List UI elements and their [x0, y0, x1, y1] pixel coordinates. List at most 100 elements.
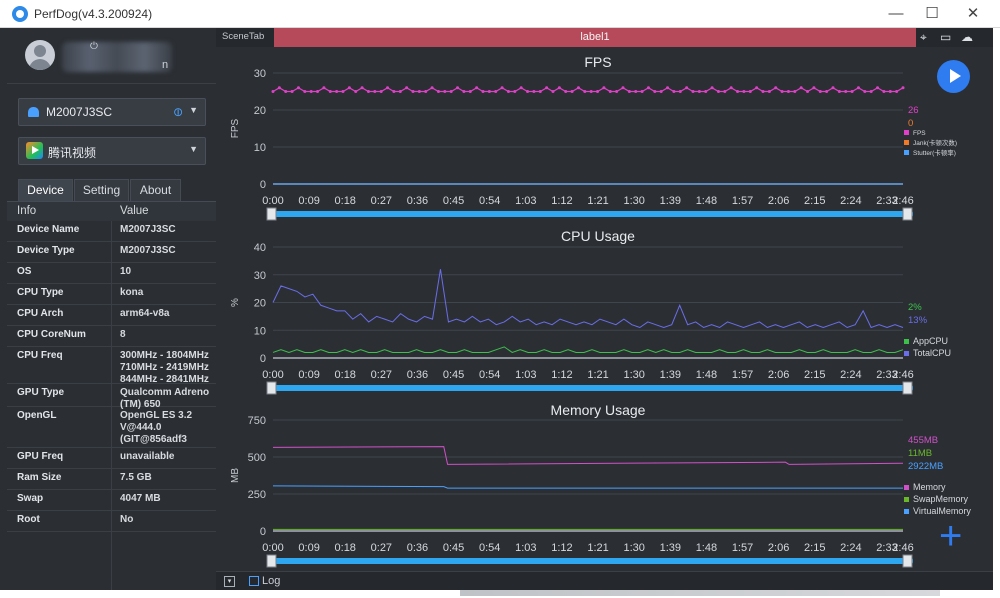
- y-axis-label: %: [230, 298, 241, 307]
- avatar[interactable]: [25, 40, 55, 70]
- fps-point: [748, 90, 752, 93]
- info-key: OS: [17, 266, 32, 277]
- perfdog-logo-icon: [12, 6, 28, 22]
- info-value: No: [120, 514, 134, 525]
- fps-point: [316, 90, 320, 93]
- fps-point: [761, 90, 765, 93]
- x-tick-label: 0:09: [298, 542, 319, 554]
- fps-point: [309, 90, 313, 93]
- table-row: Root No: [7, 511, 216, 532]
- info-key: OpenGL: [17, 410, 57, 421]
- fps-point: [532, 90, 536, 93]
- android-icon: [28, 107, 39, 117]
- tab-device[interactable]: Device: [18, 179, 73, 201]
- app-selector[interactable]: 腾讯视频 ▼: [18, 137, 206, 165]
- current-value: 2922MB: [908, 461, 943, 472]
- fps-point: [303, 90, 307, 93]
- current-value: 13%: [908, 315, 928, 326]
- fps-point: [564, 90, 568, 93]
- fps-point: [557, 86, 561, 90]
- info-value: 300MHz - 1804MHz 710MHz - 2419MHz 844MHz…: [120, 350, 209, 385]
- info-key: Root: [17, 514, 40, 525]
- info-key: Swap: [17, 493, 44, 504]
- fps-point: [844, 90, 848, 93]
- tab-setting[interactable]: Setting: [74, 179, 129, 201]
- fps-point: [608, 90, 612, 93]
- fps-point: [901, 86, 905, 90]
- fps-point: [602, 86, 606, 90]
- link-icon[interactable]: ⊘: [169, 103, 186, 120]
- info-value: OpenGL ES 3.2 V@444.0 (GIT@856adf3: [120, 410, 193, 445]
- x-tick-label: 1:48: [696, 195, 717, 207]
- fps-point: [341, 90, 345, 93]
- log-checkbox[interactable]: [249, 576, 259, 586]
- fps-point: [411, 90, 415, 93]
- legend-swatch: [904, 485, 909, 490]
- x-tick-label: 0:27: [371, 369, 392, 381]
- legend-label: Memory: [913, 482, 946, 492]
- fps-point: [856, 86, 860, 90]
- sidebar: ⏻ n M2007J3SC ⊘ ▼ 腾讯视频 ▼ Device Setting …: [7, 28, 216, 590]
- close-button[interactable]: ✕: [963, 4, 983, 24]
- fps-point: [583, 90, 587, 93]
- fps-point: [882, 90, 886, 93]
- fps-point: [850, 90, 854, 93]
- device-selector[interactable]: M2007J3SC ⊘ ▼: [18, 98, 206, 126]
- fps-point: [538, 90, 542, 93]
- fps-point: [424, 90, 428, 93]
- x-tick-label: 0:54: [479, 195, 500, 207]
- timeline-slider-track: [273, 385, 913, 391]
- series-line-appcpu: [272, 346, 904, 354]
- add-button[interactable]: +: [939, 516, 962, 556]
- fps-point: [621, 86, 625, 90]
- x-tick-label: 2:46: [892, 369, 913, 381]
- info-value: M2007J3SC: [120, 224, 176, 235]
- tab-about[interactable]: About: [130, 179, 181, 201]
- info-value: unavailable: [120, 451, 175, 462]
- x-tick-label: 2:15: [804, 369, 825, 381]
- play-button[interactable]: [937, 60, 970, 93]
- x-tick-label: 0:45: [443, 195, 464, 207]
- y-tick-label: 20: [254, 105, 266, 117]
- power-icon[interactable]: ⏻: [90, 41, 98, 52]
- fps-point: [837, 90, 841, 93]
- x-tick-label: 2:15: [804, 195, 825, 207]
- fps-point: [634, 90, 638, 93]
- fps-point: [812, 86, 816, 90]
- timeline-slider-handle-right: [902, 381, 913, 395]
- minimize-button[interactable]: —: [886, 4, 906, 24]
- username-suffix: n: [162, 59, 169, 71]
- y-tick-label: 10: [254, 142, 266, 154]
- fps-point: [570, 90, 574, 93]
- fps-point: [519, 86, 523, 90]
- fps-point: [494, 90, 498, 93]
- x-tick-label: 1:30: [623, 542, 644, 554]
- y-tick-label: 30: [254, 270, 266, 282]
- info-value: kona: [120, 287, 144, 298]
- fps-point: [500, 86, 504, 90]
- fps-point: [366, 90, 370, 93]
- fps-point: [443, 90, 447, 93]
- charts-area: FPSFPS01020300:00 0:09 0:18 0:27 0:36 0:45 0:5…: [230, 54, 971, 568]
- chart-title: FPS: [584, 54, 611, 70]
- x-tick-label: 0:00: [262, 542, 283, 554]
- fps-point: [386, 86, 390, 90]
- x-tick-label: 0:54: [479, 369, 500, 381]
- fps-point: [825, 90, 829, 93]
- collapse-toggle[interactable]: ▾: [224, 576, 235, 587]
- fps-point: [793, 90, 797, 93]
- x-tick-label: 1:21: [587, 195, 608, 207]
- fps-point: [659, 90, 663, 93]
- fps-point: [449, 90, 453, 93]
- timeline-slider-handle-right: [902, 554, 913, 568]
- fps-point: [481, 90, 485, 93]
- fps-point: [774, 86, 778, 90]
- x-tick-label: 2:46: [892, 195, 913, 207]
- fps-point: [646, 86, 650, 90]
- x-tick-label: 1:39: [660, 195, 681, 207]
- maximize-button[interactable]: ☐: [922, 4, 942, 24]
- fps-point: [723, 90, 727, 93]
- timeline-slider-handle-left: [266, 554, 277, 568]
- info-key: GPU Type: [17, 387, 65, 398]
- y-tick-label: 500: [248, 452, 266, 464]
